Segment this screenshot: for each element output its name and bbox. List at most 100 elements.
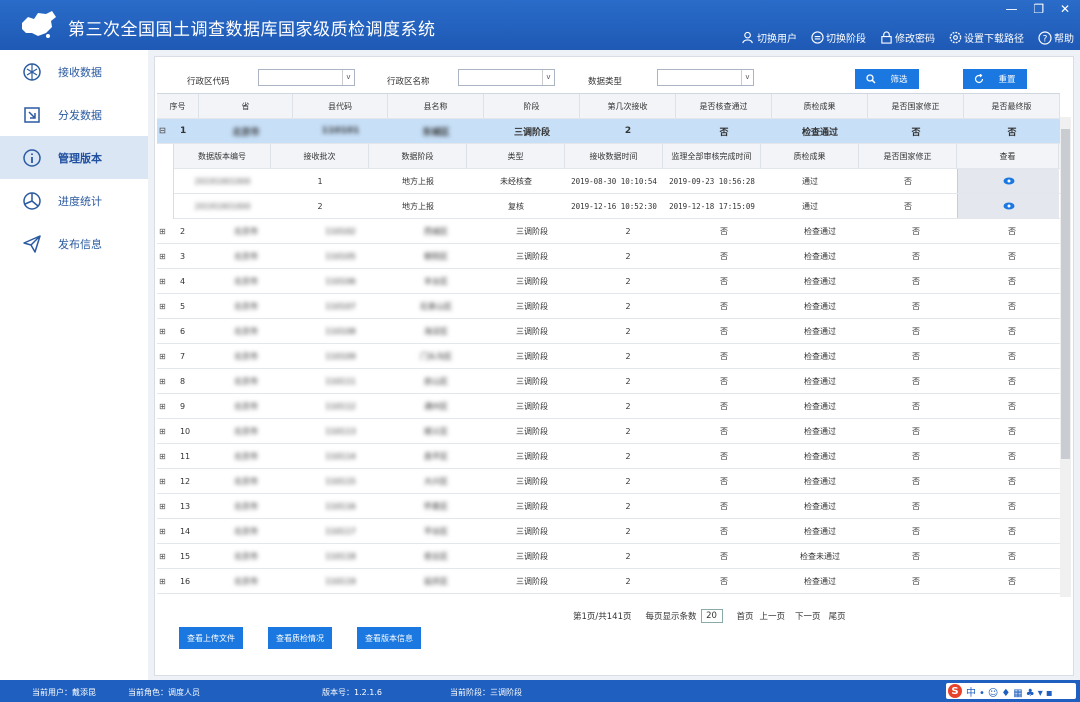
expand-icon[interactable]: ⊞ — [157, 527, 180, 536]
minimize-button[interactable]: — — [1006, 2, 1018, 16]
collapse-icon[interactable]: ⊟ — [157, 126, 180, 136]
first-page-link[interactable]: 首页 — [737, 610, 754, 622]
app-header: 第三次全国国土调查数据库国家级质检调度系统 — ❐ ✕ 切换用户 切换阶段 修改… — [0, 0, 1080, 50]
filter-button[interactable]: 筛选 — [855, 69, 919, 89]
scrollbar-thumb[interactable] — [1061, 129, 1070, 459]
last-page-link[interactable]: 尾页 — [829, 610, 846, 622]
next-page-link[interactable]: 下一页 — [795, 610, 821, 622]
expand-icon[interactable]: ⊞ — [157, 402, 180, 411]
sidebar-item-publish[interactable]: 发布信息 — [0, 222, 148, 265]
view-button[interactable] — [957, 194, 1059, 218]
table-row[interactable]: ⊞ 2 北京市 110102 西城区 三调阶段 2 否检查通过否否 — [157, 219, 1060, 244]
chevron-down-icon: v — [542, 70, 554, 85]
view-button[interactable] — [957, 169, 1059, 193]
expand-icon[interactable]: ⊞ — [157, 252, 180, 261]
info-icon — [23, 148, 41, 167]
col-header-receive-times[interactable]: 第几次接收 — [580, 94, 676, 118]
subtable-header: 数据版本编号 接收批次 数据阶段 类型 接收数据时间 监理全部审核完成时间 质检… — [174, 144, 1060, 169]
filter-bar: 行政区代码 v 行政区名称 v 数据类型 v 筛选 重置 — [155, 69, 1073, 93]
table-row[interactable]: ⊞ 4 北京市 110106 丰台区 三调阶段 2 否检查通过否否 — [157, 269, 1060, 294]
expand-icon[interactable]: ⊞ — [157, 552, 180, 561]
expand-icon[interactable]: ⊞ — [157, 277, 180, 286]
table-row[interactable]: ⊞ 10 北京市 110113 顺义区 三调阶段 2 否检查通过否否 — [157, 419, 1060, 444]
sidebar-item-progress[interactable]: 进度统计 — [0, 179, 148, 222]
table-row[interactable]: ⊞ 16 北京市 110119 延庆区 三调阶段 2 否检查通过否否 — [157, 569, 1060, 594]
help-button[interactable]: ? 帮助 — [1038, 30, 1074, 45]
col-header-index[interactable]: 序号 — [157, 94, 199, 118]
reset-button[interactable]: 重置 — [963, 69, 1027, 89]
expand-icon[interactable]: ⊞ — [157, 452, 180, 461]
expand-icon[interactable]: ⊞ — [157, 577, 180, 586]
table-row[interactable]: ⊞ 15 北京市 110118 密云区 三调阶段 2 否检查未通过否否 — [157, 544, 1060, 569]
table-row[interactable]: ⊞ 5 北京市 110107 石景山区 三调阶段 2 否检查通过否否 — [157, 294, 1060, 319]
page-size-input[interactable]: 20 — [700, 609, 723, 623]
close-button[interactable]: ✕ — [1060, 2, 1070, 16]
table-row[interactable]: ⊞ 7 北京市 110109 门头沟区 三调阶段 2 否检查通过否否 — [157, 344, 1060, 369]
view-upload-button[interactable]: 查看上传文件 — [179, 627, 243, 649]
col-header-county-name[interactable]: 县名称 — [388, 94, 484, 118]
change-password-button[interactable]: 修改密码 — [880, 30, 935, 45]
view-qc-button[interactable]: 查看质检情况 — [268, 627, 332, 649]
help-icon: ? — [1038, 30, 1052, 45]
table-body: ⊞ 2 北京市 110102 西城区 三调阶段 2 否检查通过否否 ⊞ 3 北京市 110105 朝阳区… — [157, 219, 1060, 594]
region-code-select[interactable]: v — [258, 69, 355, 86]
region-name-select[interactable]: v — [458, 69, 555, 86]
header-actions: 切换用户 切换阶段 修改密码 设置下载路径 ? 帮助 — [728, 30, 1074, 45]
table-scrollbar[interactable] — [1060, 117, 1071, 597]
table-row[interactable]: ⊞ 13 北京市 110116 怀柔区 三调阶段 2 否检查通过否否 — [157, 494, 1060, 519]
col-header-final[interactable]: 是否最终版 — [964, 94, 1060, 118]
ime-tray[interactable]: S 中•☺♦▦♣▾▪ — [946, 683, 1076, 699]
expand-icon[interactable]: ⊞ — [157, 227, 180, 236]
view-version-button[interactable]: 查看版本信息 — [357, 627, 421, 649]
sidebar: 接收数据 分发数据 管理版本 进度统计 发布信息 — [0, 50, 148, 680]
version-subtable: 数据版本编号 接收批次 数据阶段 类型 接收数据时间 监理全部审核完成时间 质检… — [173, 144, 1060, 219]
send-icon — [23, 234, 41, 253]
data-type-select[interactable]: v — [657, 69, 754, 86]
restore-button[interactable]: ❐ — [1033, 2, 1044, 16]
main-panel: 行政区代码 v 行政区名称 v 数据类型 v 筛选 重置 序号 省 县代码 县名… — [154, 56, 1074, 676]
expand-icon[interactable]: ⊞ — [157, 427, 180, 436]
chevron-down-icon: v — [342, 70, 354, 85]
col-header-corrected[interactable]: 是否国家修正 — [868, 94, 964, 118]
pie-chart-icon — [23, 191, 41, 210]
expand-icon[interactable]: ⊞ — [157, 477, 180, 486]
version-table: 序号 省 县代码 县名称 阶段 第几次接收 是否核查通过 质检成果 是否国家修正… — [157, 93, 1060, 598]
pagination: 第1页/共141页 每页显示条数 20 首页 上一页 下一页 尾页 — [573, 609, 860, 623]
region-code-label: 行政区代码 — [187, 77, 230, 87]
table-row[interactable]: ⊞ 12 北京市 110115 大兴区 三调阶段 2 否检查通过否否 — [157, 469, 1060, 494]
col-header-qc-result[interactable]: 质检成果 — [772, 94, 868, 118]
expand-icon[interactable]: ⊞ — [157, 352, 180, 361]
lock-icon — [881, 31, 892, 44]
expand-icon[interactable]: ⊞ — [157, 502, 180, 511]
table-row[interactable]: ⊞ 3 北京市 110105 朝阳区 三调阶段 2 否检查通过否否 — [157, 244, 1060, 269]
col-header-checked[interactable]: 是否核查通过 — [676, 94, 772, 118]
expand-icon[interactable]: ⊞ — [157, 377, 180, 386]
prev-page-link[interactable]: 上一页 — [760, 610, 786, 622]
col-header-stage[interactable]: 阶段 — [484, 94, 580, 118]
expand-icon[interactable]: ⊞ — [157, 302, 180, 311]
expand-icon[interactable]: ⊞ — [157, 327, 180, 336]
gear-icon — [949, 31, 962, 44]
eye-icon — [1003, 202, 1014, 210]
table-row[interactable]: ⊞ 14 北京市 110117 平谷区 三调阶段 2 否检查通过否否 — [157, 519, 1060, 544]
sidebar-item-manage-version[interactable]: 管理版本 — [0, 136, 148, 179]
table-row-selected[interactable]: ⊟ 1 北京市 110101 东城区 三调阶段 2 否 检查通过 否 否 — [157, 119, 1060, 144]
col-header-province[interactable]: 省 — [199, 94, 293, 118]
sidebar-item-distribute[interactable]: 分发数据 — [0, 93, 148, 136]
distribute-icon — [24, 106, 40, 123]
ime-logo-icon: S — [948, 684, 962, 698]
table-row[interactable]: ⊞ 11 北京市 110114 昌平区 三调阶段 2 否检查通过否否 — [157, 444, 1060, 469]
refresh-icon — [975, 74, 984, 84]
col-header-county-code[interactable]: 县代码 — [293, 94, 388, 118]
table-row[interactable]: ⊞ 6 北京市 110108 海淀区 三调阶段 2 否检查通过否否 — [157, 319, 1060, 344]
table-row[interactable]: ⊞ 9 北京市 110112 通州区 三调阶段 2 否检查通过否否 — [157, 394, 1060, 419]
sidebar-item-receive[interactable]: 接收数据 — [0, 50, 148, 93]
china-map-logo — [22, 11, 56, 38]
download-path-button[interactable]: 设置下载路径 — [949, 30, 1024, 45]
switch-user-button[interactable]: 切换用户 — [742, 30, 797, 45]
status-role: 当前角色：调度人员 — [128, 688, 200, 697]
table-row[interactable]: ⊞ 8 北京市 110111 房山区 三调阶段 2 否检查通过否否 — [157, 369, 1060, 394]
switch-stage-button[interactable]: 切换阶段 — [811, 30, 866, 45]
status-bar: 当前用户：戴添昆 当前角色：调度人员 版本号：1.2.1.6 当前阶段：三调阶段… — [0, 680, 1080, 702]
status-user: 当前用户：戴添昆 — [32, 688, 96, 697]
